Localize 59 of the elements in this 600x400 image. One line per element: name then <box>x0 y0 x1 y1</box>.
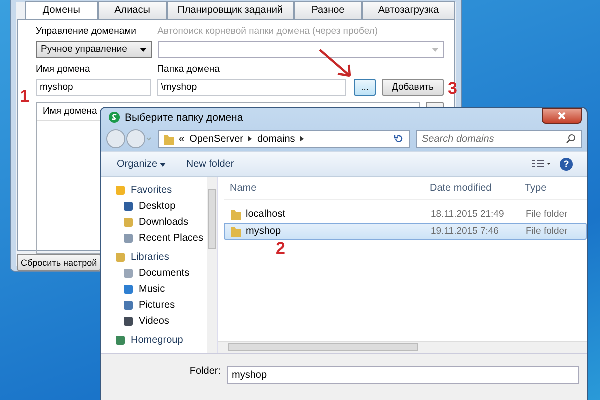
file-row[interactable]: localhost 18.11.2015 21:49 File folder <box>224 206 587 223</box>
navigation-item[interactable]: Homegroup <box>115 332 206 348</box>
organize-button[interactable]: Organize <box>111 156 172 172</box>
back-forward-buttons-icon[interactable] <box>106 129 152 149</box>
mode-dropdown[interactable]: Ручное управление <box>36 41 152 58</box>
tab[interactable]: Домены <box>25 1 98 19</box>
step-number: 2 <box>276 240 286 257</box>
navigation-item[interactable]: Libraries <box>115 249 206 265</box>
tab[interactable]: Разное <box>294 1 362 19</box>
field-label: Автопоиск корневой папки домена (через пробел) <box>158 26 380 37</box>
breadcrumb-item[interactable]: domains <box>257 134 296 144</box>
navigation-item[interactable]: Pictures <box>115 297 206 313</box>
breadcrumb-item[interactable]: OpenServer <box>190 134 244 144</box>
domain-folder-field[interactable]: \myshop <box>157 79 346 96</box>
close-button[interactable] <box>542 108 582 124</box>
caret-icon <box>160 162 166 166</box>
tab[interactable]: Планировщик заданий <box>166 1 294 19</box>
address-bar[interactable]: « OpenServer domains <box>158 130 410 148</box>
navigation-item[interactable]: Recent Places <box>115 230 206 246</box>
field-label: Папка домена <box>157 64 221 75</box>
view-options-icon[interactable] <box>532 160 552 168</box>
column-header[interactable]: Date modified <box>430 182 525 194</box>
add-button[interactable]: Добавить <box>382 79 444 96</box>
chevron-right-icon <box>248 136 252 142</box>
step-number: 1 <box>20 88 30 105</box>
search-icon <box>566 134 576 144</box>
field-label: Имя домена <box>36 64 92 75</box>
search-field[interactable]: Search domains <box>416 130 582 148</box>
caret-icon <box>140 48 147 52</box>
navigation-item[interactable]: Music <box>115 281 206 297</box>
new-folder-button[interactable]: New folder <box>180 156 240 172</box>
file-row[interactable]: myshop 19.11.2015 7:46 File folder <box>224 223 587 240</box>
app-logo-icon <box>109 112 120 123</box>
close-icon <box>558 112 566 120</box>
help-button[interactable]: ? <box>560 158 573 170</box>
step-number: 3 <box>448 80 458 97</box>
folder-name-field[interactable]: myshop <box>227 366 579 384</box>
reset-button[interactable]: Сбросить настрой <box>17 254 102 271</box>
scrollbar[interactable] <box>207 177 217 353</box>
scrollbar[interactable] <box>218 341 587 353</box>
caret-icon <box>432 48 439 52</box>
tab[interactable]: Алиасы <box>98 1 167 19</box>
field-label: Управление доменами <box>36 26 138 37</box>
column-header[interactable]: Type <box>525 182 585 194</box>
autosearch-dropdown[interactable] <box>158 41 444 58</box>
breadcrumb-item[interactable]: « <box>179 134 185 144</box>
navigation-item[interactable]: Documents <box>115 265 206 281</box>
browse-button[interactable]: ... <box>354 79 376 96</box>
navigation-item[interactable]: Favorites <box>115 182 206 198</box>
field-label: Folder: <box>190 366 221 377</box>
domain-name-field[interactable]: myshop <box>36 79 152 96</box>
navigation-item[interactable]: Downloads <box>115 214 206 230</box>
pointer-arrow <box>318 48 354 80</box>
chevron-right-icon <box>300 136 304 142</box>
refresh-icon[interactable] <box>394 134 404 144</box>
column-header[interactable]: Name <box>224 182 430 194</box>
tab[interactable]: Автозагрузка <box>362 1 455 19</box>
navigation-item[interactable]: Videos <box>115 313 206 329</box>
navigation-item[interactable]: Desktop <box>115 198 206 214</box>
